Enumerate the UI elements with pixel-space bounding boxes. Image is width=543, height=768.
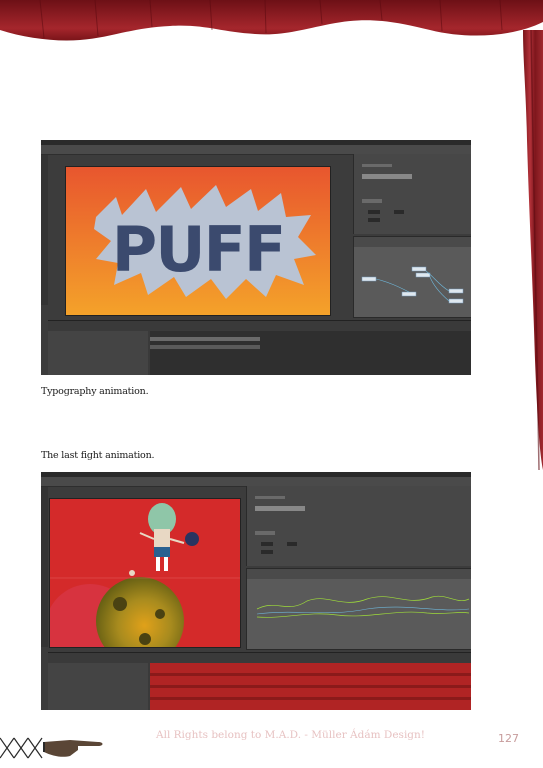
screenshot-fight: [41, 472, 471, 710]
stage-view: [49, 498, 241, 648]
node-view-panel: [353, 236, 471, 318]
curtain-valance: [0, 0, 543, 41]
page-number: 127: [498, 732, 519, 745]
timeline: [48, 320, 471, 375]
properties-panel: [353, 154, 471, 234]
tool-strip: [41, 487, 48, 647]
stage-view: PUFF: [65, 166, 331, 316]
timeline: [48, 652, 471, 710]
footer-credit: All Rights belong to M.A.D. - Müller Ádá…: [156, 729, 426, 741]
tool-strip: [41, 155, 48, 305]
screenshot-typography: PUFF: [41, 140, 471, 375]
side-curtain: [523, 30, 543, 470]
book-page: PUFF Typography animation. The last figh…: [0, 0, 543, 768]
caption-typography: Typography animation.: [41, 386, 149, 397]
caption-fight: The last fight animation.: [41, 450, 155, 461]
pointing-hand-ornament: [0, 737, 103, 759]
function-curve-panel: [246, 568, 471, 650]
properties-panel: [246, 486, 471, 566]
puff-stage-text: PUFF: [112, 213, 285, 286]
